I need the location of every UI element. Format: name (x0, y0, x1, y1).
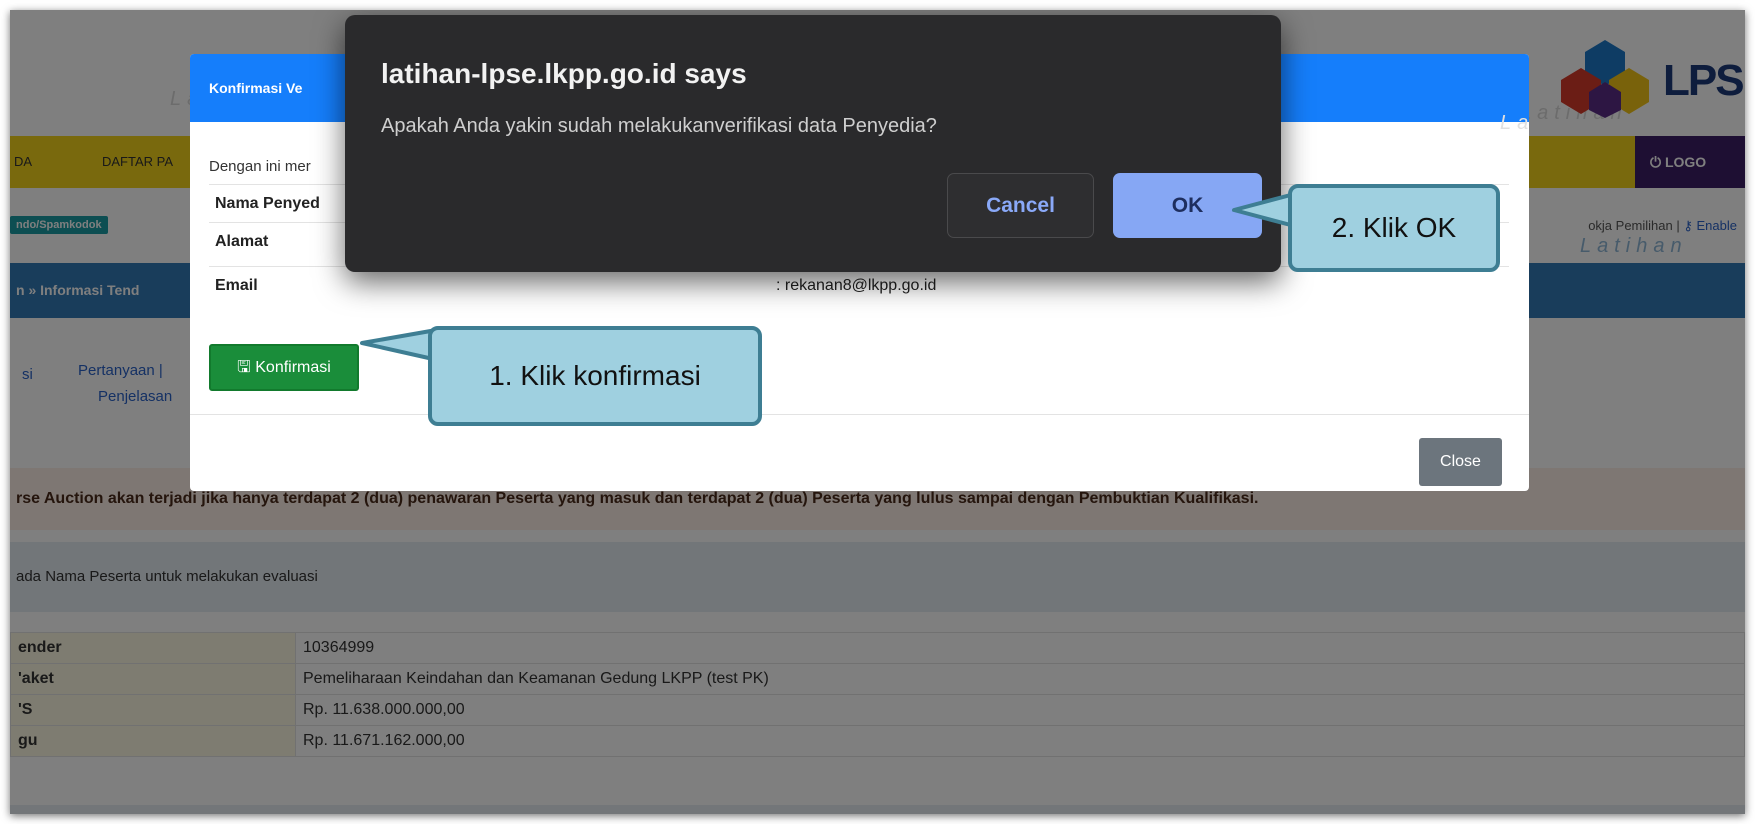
dialog-title: latihan-lpse.lkpp.go.id says (381, 58, 747, 89)
callout-step2: 2. Klik OK (1288, 184, 1500, 272)
row-label: Alamat (215, 233, 269, 250)
konfirmasi-label: Konfirmasi (255, 359, 331, 376)
row-label: Email (215, 277, 258, 294)
callout-step1: 1. Klik konfirmasi (428, 326, 762, 426)
dialog-message: Apakah Anda yakin sudah melakukanverifik… (381, 115, 937, 137)
watermark: Latihan (1500, 112, 1529, 134)
row-label: Nama Penyed (215, 195, 320, 212)
row-value: : rekanan8@lkpp.go.id (776, 277, 937, 294)
callout-step2-text: 2. Klik OK (1331, 212, 1457, 243)
screenshot-frame: Latihan Latihan LPSE DA DAFTAR PA ⏻ LOGO… (10, 10, 1745, 814)
close-button[interactable]: Close (1419, 438, 1502, 486)
konfirmasi-button[interactable]: 🖫 Konfirmasi (209, 344, 359, 391)
modal-footer-divider (190, 414, 1529, 415)
browser-confirm-dialog: latihan-lpse.lkpp.go.id says Apakah Anda… (345, 15, 1281, 272)
save-icon: 🖫 (237, 359, 251, 376)
callout-step1-text: 1. Klik konfirmasi (489, 360, 701, 391)
cancel-button[interactable]: Cancel (947, 173, 1094, 238)
modal-intro-text: Dengan ini mer (209, 158, 311, 175)
